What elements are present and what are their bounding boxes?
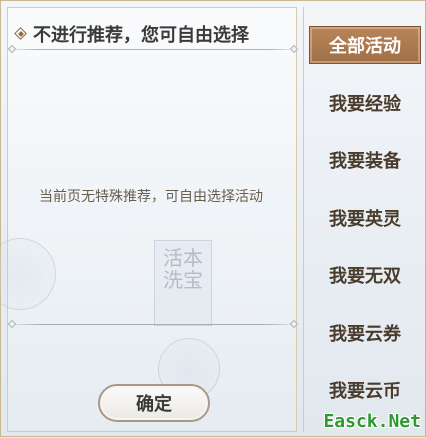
footer-divider [7, 319, 299, 329]
no-recommendation-message: 当前页无特殊推荐，可自由选择活动 [39, 189, 263, 205]
tab-equipment[interactable]: 我要装备 [309, 141, 421, 179]
diamond-icon [15, 28, 27, 40]
tab-heroic-spirit[interactable]: 我要英灵 [309, 199, 421, 237]
tab-peerless[interactable]: 我要无双 [309, 256, 421, 294]
decorative-seal: 活本 洗宝 [154, 240, 212, 326]
tab-all-activities[interactable]: 全部活动 [309, 26, 421, 64]
category-tabs: 全部活动 我要经验 我要装备 我要英灵 我要无双 我要云券 我要云币 [301, 1, 426, 438]
decorative-flower [0, 238, 56, 310]
tab-cloud-coupons[interactable]: 我要云券 [309, 314, 421, 352]
recommendation-panel: 活本 洗宝 [0, 7, 297, 432]
activity-window: 活本 洗宝 不进行推荐，您可自由选择 当前页无特殊推荐，可自由选择活动 确定 全部… [0, 0, 426, 437]
tab-cloud-coins[interactable]: 我要云币 [309, 371, 421, 409]
site-watermark: Easck.Net [323, 411, 421, 432]
panel-title: 不进行推荐，您可自由选择 [33, 25, 249, 46]
header-divider [7, 44, 299, 54]
panel-header: 不进行推荐，您可自由选择 [15, 21, 249, 47]
confirm-button[interactable]: 确定 [98, 384, 210, 422]
tab-experience[interactable]: 我要经验 [309, 84, 421, 122]
